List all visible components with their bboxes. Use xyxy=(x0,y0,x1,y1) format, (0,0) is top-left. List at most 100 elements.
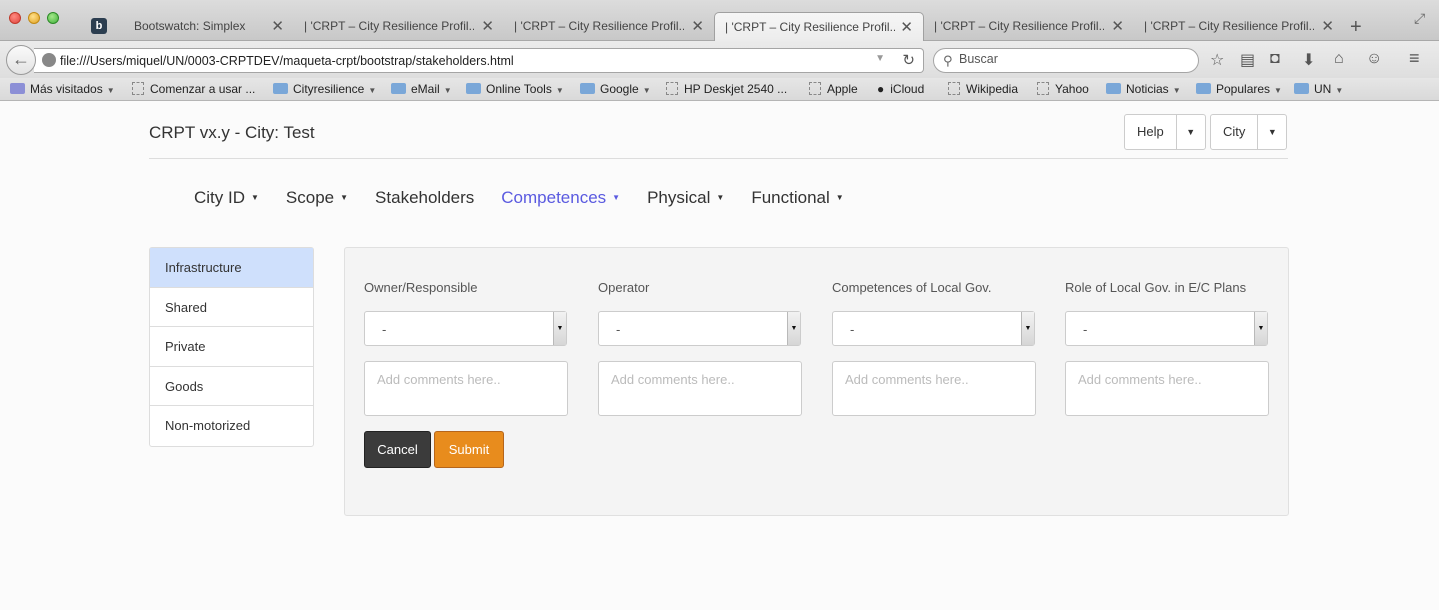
page-icon xyxy=(666,82,678,95)
search-input[interactable] xyxy=(959,52,1189,66)
bookmark-item[interactable]: Noticias ▼ xyxy=(1106,82,1181,96)
tab-label: | 'CRPT – City Resilience Profil... xyxy=(304,19,474,33)
fullscreen-icon[interactable]: ⤢ xyxy=(1414,10,1425,27)
browser-tab-active[interactable]: | 'CRPT – City Resilience Profil... ✕ xyxy=(714,12,924,41)
page-title[interactable]: CRPT vx.y - City: Test xyxy=(149,123,315,143)
help-dropdown-toggle[interactable]: ▼ xyxy=(1177,115,1205,149)
url-history-dropdown-icon[interactable]: ▼ xyxy=(875,53,885,64)
bookmark-item[interactable]: Más visitados ▼ xyxy=(10,82,115,96)
browser-toolbar: file:///Users/miquel/UN/0003-CRPTDEV/maq… xyxy=(0,41,1439,78)
role-local-gov-comments[interactable] xyxy=(1065,361,1269,416)
competences-form-panel: Owner/Responsible - ▼ Operator - ▼ Compe… xyxy=(344,247,1289,516)
bookmark-label: Más visitados xyxy=(30,82,103,96)
chat-icon[interactable]: ☺ xyxy=(1366,50,1382,68)
bookmark-item[interactable]: Cityresilience ▼ xyxy=(273,82,376,96)
bookmark-star-icon[interactable]: ☆ xyxy=(1210,50,1224,70)
nav-competences[interactable]: Competences ▼ xyxy=(501,188,620,208)
cancel-button[interactable]: Cancel xyxy=(364,431,431,468)
competences-local-gov-comments[interactable] xyxy=(832,361,1036,416)
zoom-window-icon[interactable] xyxy=(47,12,59,24)
operator-label: Operator xyxy=(598,280,650,295)
select-value: - xyxy=(850,322,855,337)
close-window-icon[interactable] xyxy=(9,12,21,24)
folder-icon xyxy=(466,83,481,94)
pocket-icon[interactable]: ◘ xyxy=(1270,50,1280,68)
bootswatch-favicon-icon: b xyxy=(91,18,107,34)
new-tab-icon[interactable]: + xyxy=(1350,16,1362,39)
bookmark-item[interactable]: Yahoo xyxy=(1037,82,1089,96)
bookmark-label: Online Tools xyxy=(486,82,552,96)
chevron-down-icon: ▼ xyxy=(716,193,725,202)
help-button[interactable]: Help xyxy=(1125,115,1177,149)
operator-comments[interactable] xyxy=(598,361,802,416)
chevron-down-icon: ▼ xyxy=(1172,86,1181,95)
close-tab-icon[interactable]: ✕ xyxy=(1111,17,1124,35)
bookmark-item[interactable]: Google ▼ xyxy=(580,82,651,96)
close-tab-icon[interactable]: ✕ xyxy=(691,17,704,35)
bookmark-item[interactable]: Online Tools ▼ xyxy=(466,82,564,96)
submit-button[interactable]: Submit xyxy=(434,431,504,468)
browser-tab[interactable]: | 'CRPT – City Resilience Profil... ✕ xyxy=(1134,12,1344,41)
chevron-down-icon: ▼ xyxy=(642,86,651,95)
select-value: - xyxy=(1083,322,1088,337)
chevron-down-icon: ▼ xyxy=(835,193,844,202)
browser-tab[interactable]: | 'CRPT – City Resilience Profil... ✕ xyxy=(924,12,1134,41)
bookmark-item[interactable]: Populares ▼ xyxy=(1196,82,1282,96)
browser-tab[interactable]: | 'CRPT – City Resilience Profil... ✕ xyxy=(504,12,714,41)
city-dropdown-toggle[interactable]: ▼ xyxy=(1258,115,1286,149)
bookmark-item[interactable]: Wikipedia xyxy=(948,82,1018,96)
browser-tab[interactable]: Bootswatch: Simplex ✕ xyxy=(124,12,294,41)
bookmark-label: Comenzar a usar ... xyxy=(150,82,256,96)
close-tab-icon[interactable]: ✕ xyxy=(900,18,913,36)
bookmark-item[interactable]: eMail ▼ xyxy=(391,82,452,96)
browser-tab-bar: b Bootswatch: Simplex ✕ | 'CRPT – City R… xyxy=(0,0,1439,41)
close-tab-icon[interactable]: ✕ xyxy=(1321,17,1334,35)
bookmark-item[interactable]: Apple xyxy=(809,82,858,96)
bookmark-label: Noticias xyxy=(1126,82,1169,96)
bookmark-label: HP Deskjet 2540 ... xyxy=(684,82,788,96)
role-local-gov-select[interactable]: - ▼ xyxy=(1065,311,1268,346)
nav-label: Scope xyxy=(285,188,335,207)
nav-label: Stakeholders xyxy=(375,188,475,207)
sidebar-item-non-motorized[interactable]: Non-motorized xyxy=(150,406,313,446)
tab-label: | 'CRPT – City Resilience Profil... xyxy=(725,20,895,34)
bookmark-label: Wikipedia xyxy=(966,82,1019,96)
competences-local-gov-select[interactable]: - ▼ xyxy=(832,311,1035,346)
bookmark-item[interactable]: HP Deskjet 2540 ... xyxy=(666,82,787,96)
home-icon[interactable]: ⌂ xyxy=(1334,50,1344,68)
owner-responsible-select[interactable]: - ▼ xyxy=(364,311,567,346)
nav-city-id[interactable]: City ID ▼ xyxy=(194,188,259,208)
menu-icon[interactable]: ≡ xyxy=(1409,48,1420,69)
sidebar-item-private[interactable]: Private xyxy=(150,327,313,367)
nav-functional[interactable]: Functional ▼ xyxy=(751,188,843,208)
back-button[interactable]: ← xyxy=(6,45,36,75)
sidebar-item-goods[interactable]: Goods xyxy=(150,367,313,407)
nav-physical[interactable]: Physical ▼ xyxy=(647,188,724,208)
city-button[interactable]: City xyxy=(1211,115,1259,149)
tab-label: | 'CRPT – City Resilience Profil... xyxy=(514,19,684,33)
browser-tab[interactable]: | 'CRPT – City Resilience Profil... ✕ xyxy=(294,12,504,41)
bookmark-item[interactable]: ● iCloud xyxy=(877,82,924,96)
sidebar-item-shared[interactable]: Shared xyxy=(150,288,313,328)
help-button-group: Help ▼ xyxy=(1124,114,1206,150)
bookmark-item[interactable]: UN ▼ xyxy=(1294,82,1343,96)
minimize-window-icon[interactable] xyxy=(28,12,40,24)
bookmark-label: Google xyxy=(600,82,639,96)
select-value: - xyxy=(382,322,387,337)
sidebar-item-infrastructure[interactable]: Infrastructure xyxy=(150,248,313,288)
nav-stakeholders[interactable]: Stakeholders xyxy=(375,188,474,208)
download-icon[interactable]: ⬇ xyxy=(1302,50,1315,70)
nav-scope[interactable]: Scope ▼ xyxy=(286,188,348,208)
reload-icon[interactable]: ↻ xyxy=(902,51,915,69)
sidebar: Infrastructure Shared Private Goods Non-… xyxy=(149,247,314,447)
chevron-down-icon: ▼ xyxy=(555,86,564,95)
reading-list-icon[interactable]: ▤ xyxy=(1240,50,1255,70)
search-bar[interactable]: ⚲ xyxy=(933,48,1199,73)
url-bar[interactable]: file:///Users/miquel/UN/0003-CRPTDEV/maq… xyxy=(34,48,924,73)
close-tab-icon[interactable]: ✕ xyxy=(481,17,494,35)
operator-select[interactable]: - ▼ xyxy=(598,311,801,346)
close-tab-icon[interactable]: ✕ xyxy=(271,17,284,35)
url-text[interactable]: file:///Users/miquel/UN/0003-CRPTDEV/maq… xyxy=(60,54,514,68)
bookmark-item[interactable]: Comenzar a usar ... xyxy=(132,82,255,96)
owner-responsible-comments[interactable] xyxy=(364,361,568,416)
